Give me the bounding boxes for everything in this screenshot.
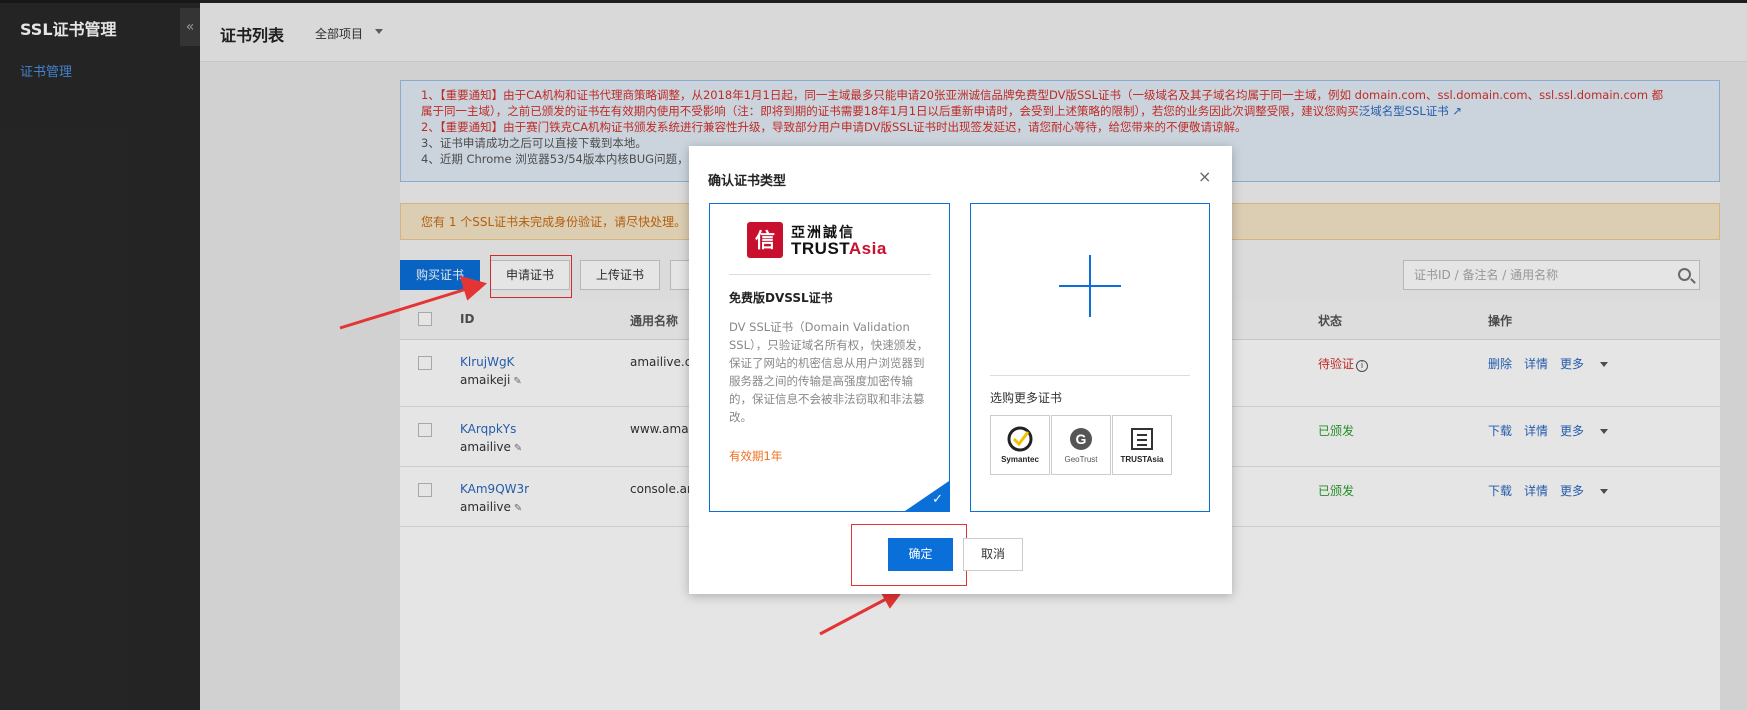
confirm-cert-type-dialog: 确认证书类型 × 信 亞洲誠信 TRUSTAsia 免费版DVSSL证书 DV … [689, 146, 1232, 594]
trustasia-logo-en: TRUSTAsia [791, 239, 887, 259]
divider [990, 375, 1190, 376]
close-icon[interactable]: × [1198, 169, 1211, 185]
cert-description: DV SSL证书（Domain Validation SSL），只验证域名所有权… [729, 320, 929, 424]
more-certs-card[interactable]: 选购更多证书 Symantec G GeoTrust TRUSTAsia [970, 203, 1210, 512]
plus-icon[interactable] [1089, 255, 1091, 317]
symantec-icon [1007, 426, 1033, 452]
brand-name: TRUSTAsia [1120, 455, 1164, 464]
brand-symantec[interactable]: Symantec [990, 415, 1050, 475]
cert-validity: 有效期1年 [729, 449, 783, 463]
trustasia-logo-mark: 信 [747, 222, 783, 258]
brand-name: GeoTrust [1064, 455, 1098, 464]
more-certs-label: 选购更多证书 [990, 391, 1063, 405]
geotrust-icon: G [1070, 428, 1092, 450]
svg-text:G: G [1076, 431, 1087, 447]
brand-geotrust[interactable]: G GeoTrust [1051, 415, 1111, 475]
dialog-title: 确认证书类型 [708, 174, 787, 189]
trustasia-icon [1131, 428, 1153, 450]
arrow-to-apply-button [339, 286, 471, 330]
trustasia-logo: 信 亞洲誠信 TRUSTAsia [747, 222, 912, 258]
cancel-button[interactable]: 取消 [963, 538, 1023, 571]
cert-product-name: 免费版DVSSL证书 [729, 291, 833, 305]
check-icon: ✓ [932, 492, 943, 507]
divider [729, 274, 931, 275]
confirm-button[interactable]: 确定 [888, 538, 953, 571]
arrow-to-confirm-button [819, 596, 889, 636]
logo-en-part: Asia [848, 239, 887, 258]
logo-en-part: TRUST [791, 239, 849, 258]
brand-name: Symantec [1001, 455, 1039, 464]
brand-trustasia[interactable]: TRUSTAsia [1112, 415, 1172, 475]
free-dv-cert-card[interactable]: 信 亞洲誠信 TRUSTAsia 免费版DVSSL证书 DV SSL证书（Dom… [709, 203, 950, 512]
arrowhead [459, 275, 488, 301]
